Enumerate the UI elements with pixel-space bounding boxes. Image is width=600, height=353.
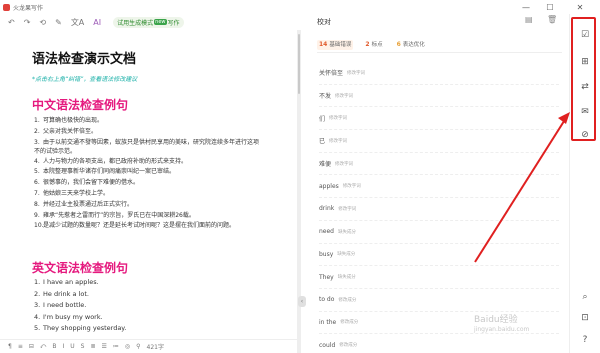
result-item[interactable]: 难便 修改字词 xyxy=(319,153,559,176)
list-item[interactable]: 2. 父亲对我关怀倍至。 xyxy=(34,127,259,138)
refresh-icon[interactable]: ⟲ xyxy=(39,18,46,27)
window-title: 火龙果写作 xyxy=(13,4,44,12)
list-item[interactable]: 2. He drink a lot. xyxy=(34,289,126,301)
italic-button[interactable]: I xyxy=(62,343,64,350)
close-button[interactable]: ✕ xyxy=(570,0,590,14)
watermark-url: jingyan.baidu.com xyxy=(474,326,530,333)
proofread-panel: 校对 ▤ 🗑 14 基础错误 2 标点 6 表达优化 关怀倍至 修改字词 不发 修改字词 … xyxy=(303,0,569,353)
list-item[interactable]: 9. 雍承“先惹者之雷而行”的宗旨，罗氏已在中国深耕26载。 xyxy=(34,211,259,222)
watermark-text: Baidu经验 xyxy=(474,315,518,325)
document-title: 语法检查演示文档 xyxy=(32,52,137,67)
document-icon[interactable]: ▤ xyxy=(525,15,533,24)
tabs-divider xyxy=(317,52,562,53)
align-icon[interactable]: ≣ xyxy=(90,343,95,350)
results-list: 关怀倍至 修改字词 不发 修改字词 们修改字词 已修改字词 难便 修改字词 apple… xyxy=(319,62,559,353)
undo-icon[interactable]: ↶ xyxy=(8,18,15,27)
underline-button[interactable]: U xyxy=(70,343,74,350)
tab-basic-errors[interactable]: 14 基础错误 xyxy=(317,40,354,50)
rewrite-icon[interactable]: ✎ xyxy=(55,18,62,27)
scrollbar-thumb[interactable] xyxy=(298,34,300,94)
list-item[interactable]: 1. I have an apples. xyxy=(34,277,126,289)
result-item[interactable]: could 修改成分 xyxy=(319,334,559,353)
list-item[interactable]: 7. 他姑娘三天来学校上学。 xyxy=(34,189,259,200)
list-item[interactable]: 4. I'm busy my work. xyxy=(34,312,126,324)
list-icon[interactable]: ☰ xyxy=(101,343,106,350)
document-editor[interactable]: 语法检查演示文档 *点击右上角“纠错”，查看语法修改建议 中文语法检查例句 1.… xyxy=(0,30,300,340)
indent-icon[interactable]: ≔ xyxy=(113,343,119,350)
result-item[interactable]: They 缺失成分 xyxy=(319,266,559,289)
section-title-english: 英文语法检查例句 xyxy=(32,261,129,275)
new-badge: new xyxy=(154,19,167,25)
result-item[interactable]: need 缺失成分 xyxy=(319,221,559,244)
english-sentence-list: 1. I have an apples. 2. He drink a lot. 3.… xyxy=(34,277,126,335)
result-item[interactable]: apples 修改字词 xyxy=(319,175,559,199)
trash-icon[interactable]: 🗑 xyxy=(547,15,557,24)
result-item[interactable]: drink 修改字词 xyxy=(319,198,559,221)
undo-format-icon[interactable]: ⤺ xyxy=(40,343,46,351)
heading-icon[interactable]: ≡ xyxy=(18,343,23,350)
panel-title: 校对 xyxy=(317,18,331,26)
list-item[interactable]: 5. They shopping yesterday. xyxy=(34,323,126,335)
list-item[interactable]: 4. 人力与物力的各项支出，都已政府补助的形式来支持。 xyxy=(34,157,259,168)
block-icon[interactable]: ⊟ xyxy=(29,343,34,350)
app-logo xyxy=(3,3,10,11)
tab-expression[interactable]: 6 表达优化 xyxy=(395,40,427,50)
link-icon[interactable]: ◎ xyxy=(125,343,130,350)
list-item[interactable]: 10.是减少试题的数量呢？还是延长考试时间呢？这是摆在我们面前的问题。 xyxy=(34,221,259,232)
editor-toolbar: ↶ ↷ ⟲ ✎ 文A AI 试用生成模式 new 写作 xyxy=(0,14,300,30)
result-item[interactable]: to do 修改成分 xyxy=(319,289,559,312)
hint-text: *点击右上角“纠错”，查看语法修改建议 xyxy=(32,76,138,83)
word-count: 421字 xyxy=(146,344,164,351)
expand-icon[interactable]: ⊡ xyxy=(578,311,592,325)
generate-mode-label: 试用生成模式 xyxy=(117,19,154,27)
result-item[interactable]: 已修改字词 xyxy=(319,130,559,153)
list-item[interactable]: 6. 很憾事的，我们会留下难便的借水。 xyxy=(34,178,259,189)
help-icon[interactable]: ? xyxy=(578,333,592,347)
result-item[interactable]: busy 缺失成分 xyxy=(319,244,559,267)
list-item[interactable]: 1. 可算确也极快的出现。 xyxy=(34,116,259,127)
strikethrough-button[interactable]: S xyxy=(81,343,85,350)
redo-icon[interactable]: ↷ xyxy=(24,18,31,27)
bold-button[interactable]: B xyxy=(52,343,56,350)
proofread-tabs: 14 基础错误 2 标点 6 表达优化 xyxy=(317,40,437,50)
list-item[interactable]: 3. I need bottle. xyxy=(34,300,126,312)
generate-mode-suffix: 写作 xyxy=(167,19,180,27)
edit-doc-icon[interactable]: ⌕ xyxy=(578,290,592,304)
annotation-highlight-box xyxy=(571,17,596,141)
format-toolbar: ¶ ≡ ⊟ ⤺ B I U S ≣ ☰ ≔ ◎ ⚲ 421字 xyxy=(0,339,300,353)
result-item[interactable]: 关怀倍至 修改字词 xyxy=(319,62,559,85)
paragraph-icon[interactable]: ¶ xyxy=(8,343,12,350)
list-item[interactable]: 3. 由于以前交通不發等因素，蚁族只是供村民享用的美味，研究院连续多年进行这项不的… xyxy=(34,138,259,157)
ai-icon[interactable]: AI xyxy=(93,18,101,27)
translate-icon[interactable]: 文A xyxy=(71,17,84,28)
list-item[interactable]: 5. 本院整理事新华诸存们同闹痛崇叫纪一案已审结。 xyxy=(34,167,259,178)
result-item[interactable]: 不发 修改字词 xyxy=(319,85,559,108)
list-item[interactable]: 8. 并经过业主投票通过后正式实行。 xyxy=(34,200,259,211)
generate-mode-button[interactable]: 试用生成模式 new 写作 xyxy=(113,16,184,28)
app-window: 火龙果写作 — ☐ ✕ ↶ ↷ ⟲ ✎ 文A AI 试用生成模式 new 写作 … xyxy=(0,0,600,353)
search-icon[interactable]: ⚲ xyxy=(136,343,140,350)
tab-punctuation[interactable]: 2 标点 xyxy=(363,40,384,50)
result-item[interactable]: 们修改字词 xyxy=(319,107,559,131)
section-title-chinese: 中文语法检查例句 xyxy=(32,98,129,112)
chinese-sentence-list: 1. 可算确也极快的出现。 2. 父亲对我关怀倍至。 3. 由于以前交通不發等因素，蚁… xyxy=(34,116,259,232)
